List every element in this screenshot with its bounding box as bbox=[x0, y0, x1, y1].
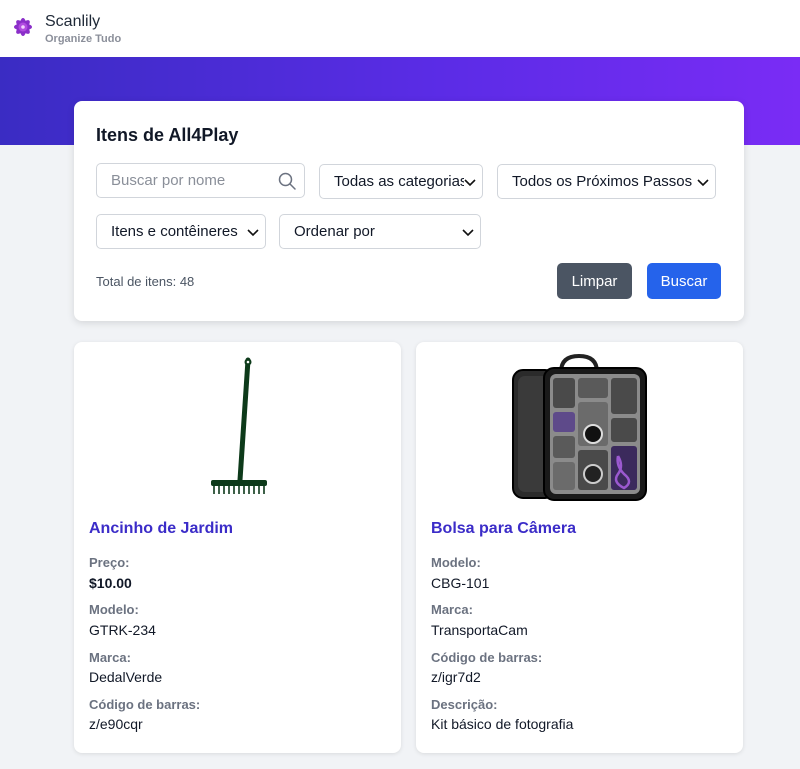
item-type-select[interactable]: Itens e contêineres bbox=[96, 214, 266, 249]
model-value: GTRK-234 bbox=[89, 622, 156, 638]
barcode-value: z/e90cqr bbox=[89, 716, 143, 732]
barcode-value: z/igr7d2 bbox=[431, 669, 481, 685]
item-card[interactable]: Ancinho de Jardim Preço: $10.00 Modelo: … bbox=[74, 342, 401, 753]
filter-panel: Itens de All4Play Buscar por nome Todas … bbox=[74, 101, 744, 321]
brand-label: Marca: bbox=[89, 650, 131, 665]
total-items-count: Total de itens: 48 bbox=[96, 274, 195, 289]
chevron-down-icon bbox=[464, 177, 476, 187]
model-label: Modelo: bbox=[89, 602, 139, 617]
model-label: Modelo: bbox=[431, 555, 481, 570]
brand-value: DedalVerde bbox=[89, 669, 163, 685]
category-select[interactable]: Todas as categorias bbox=[319, 164, 483, 199]
chevron-down-icon bbox=[697, 177, 709, 187]
sort-select[interactable]: Ordenar por bbox=[279, 214, 481, 249]
category-select-value: Todas as categorias bbox=[334, 173, 468, 190]
search-icon bbox=[278, 172, 296, 190]
sort-select-value: Ordenar por bbox=[294, 223, 375, 240]
search-placeholder: Buscar por nome bbox=[111, 172, 226, 189]
brand-label: Marca: bbox=[431, 602, 473, 617]
price-value: $10.00 bbox=[89, 575, 132, 591]
item-card[interactable]: Bolsa para Câmera Modelo: CBG-101 Marca:… bbox=[416, 342, 743, 753]
brand-tagline: Organize Tudo bbox=[45, 33, 122, 45]
next-steps-select-value: Todos os Próximos Passos bbox=[512, 173, 693, 190]
search-button[interactable]: Buscar bbox=[647, 263, 721, 299]
clear-button[interactable]: Limpar bbox=[557, 263, 632, 299]
item-type-select-value: Itens e contêineres bbox=[111, 223, 238, 240]
item-title[interactable]: Ancinho de Jardim bbox=[89, 520, 233, 538]
search-input[interactable]: Buscar por nome bbox=[96, 163, 305, 198]
rake-icon bbox=[211, 357, 267, 494]
camera-bag-icon bbox=[512, 353, 647, 501]
lily-logo-icon[interactable] bbox=[10, 14, 36, 40]
top-bar: Scanlily Organize Tudo bbox=[0, 0, 800, 57]
next-steps-select[interactable]: Todos os Próximos Passos bbox=[497, 164, 716, 199]
barcode-label: Código de barras: bbox=[89, 697, 201, 712]
item-title[interactable]: Bolsa para Câmera bbox=[431, 520, 576, 538]
page-title: Itens de All4Play bbox=[96, 125, 239, 145]
description-label: Descrição: bbox=[431, 697, 498, 712]
model-value: CBG-101 bbox=[431, 575, 490, 591]
brand-name[interactable]: Scanlily bbox=[45, 13, 100, 31]
description-value: Kit básico de fotografia bbox=[431, 716, 574, 732]
chevron-down-icon bbox=[247, 227, 259, 237]
chevron-down-icon bbox=[462, 227, 474, 237]
brand-value: TransportaCam bbox=[431, 622, 528, 638]
price-label: Preço: bbox=[89, 555, 130, 570]
barcode-label: Código de barras: bbox=[431, 650, 543, 665]
